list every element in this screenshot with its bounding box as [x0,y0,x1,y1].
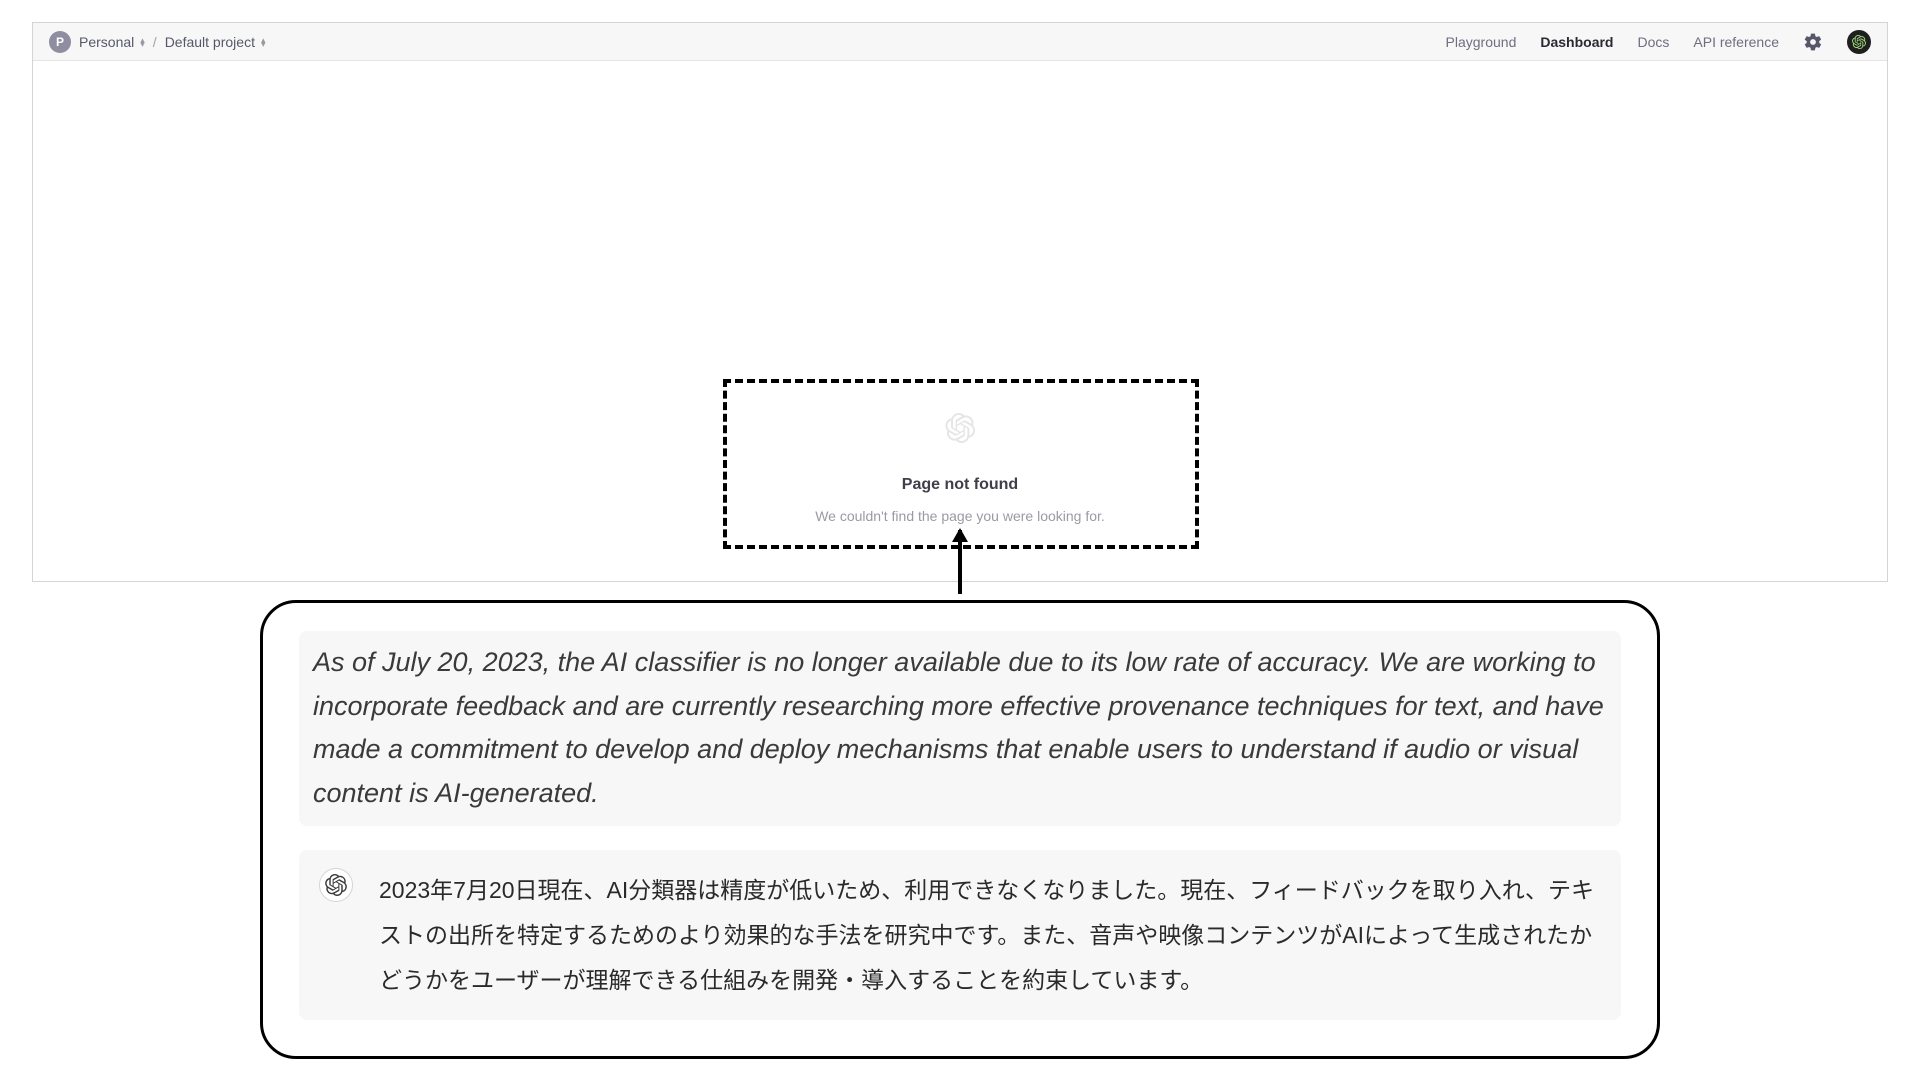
topbar-nav: Playground Dashboard Docs API reference [1446,30,1871,54]
project-name: Default project [165,34,255,50]
callout-japanese-text: 2023年7月20日現在、AI分類器は精度が低いため、利用できなくなりました。現… [379,868,1601,1003]
chevron-updown-icon: ▴▾ [140,38,145,46]
nav-docs[interactable]: Docs [1637,34,1669,50]
nav-api-reference[interactable]: API reference [1693,34,1779,50]
settings-icon[interactable] [1803,32,1823,52]
openai-logo-icon [945,413,975,448]
breadcrumb: P Personal ▴▾ / Default project ▴▾ [49,31,266,53]
user-avatar[interactable] [1847,30,1871,54]
annotation-arrow [958,530,962,594]
nav-dashboard[interactable]: Dashboard [1540,34,1613,50]
project-selector[interactable]: Default project ▴▾ [165,34,266,50]
org-avatar: P [49,31,71,53]
topbar: P Personal ▴▾ / Default project ▴▾ Playg… [33,23,1887,61]
org-selector[interactable]: Personal ▴▾ [79,34,145,50]
org-name: Personal [79,34,134,50]
openai-logo-icon [319,868,353,902]
dashboard-panel: P Personal ▴▾ / Default project ▴▾ Playg… [32,22,1888,582]
callout-card: As of July 20, 2023, the AI classifier i… [260,600,1660,1059]
panel-body: Page not found We couldn't find the page… [33,61,1887,581]
callout-translation-row: 2023年7月20日現在、AI分類器は精度が低いため、利用できなくなりました。現… [299,850,1621,1021]
breadcrumb-separator: / [153,34,157,50]
not-found-subtitle: We couldn't find the page you were looki… [815,508,1105,524]
chevron-updown-icon: ▴▾ [261,38,266,46]
not-found-block: Page not found We couldn't find the page… [815,413,1105,524]
not-found-title: Page not found [902,476,1018,494]
callout-english-text: As of July 20, 2023, the AI classifier i… [299,631,1621,826]
nav-playground[interactable]: Playground [1446,34,1517,50]
